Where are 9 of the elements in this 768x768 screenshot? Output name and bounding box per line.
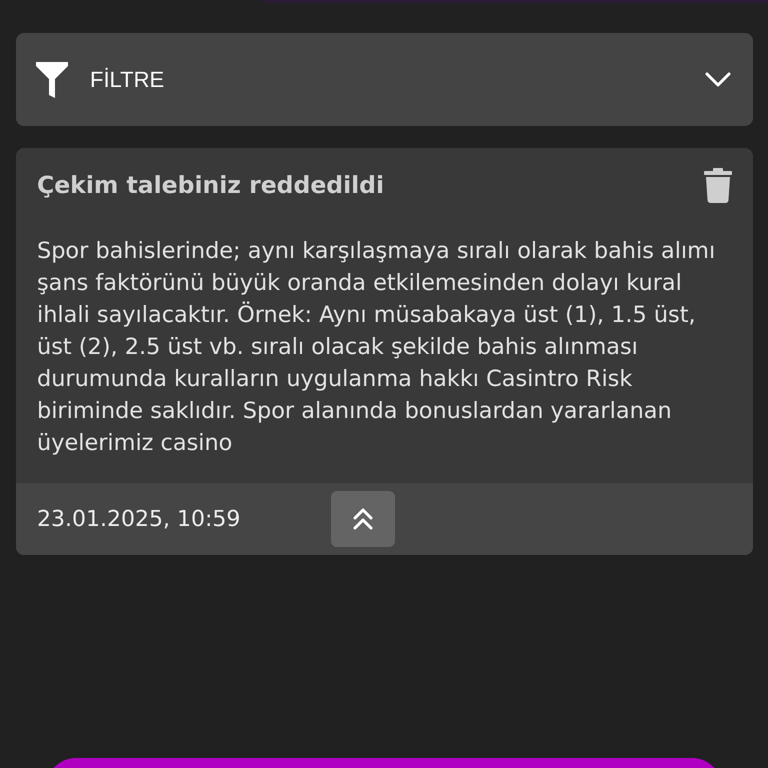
collapse-button[interactable] xyxy=(331,491,395,547)
notification-body: Spor bahislerinde; aynı karşılaşmaya sıralı olarak bahis alımı şans faktörünü büyük oranda etkilemesinden dolayı kural ihlali sayılacaktır. Örnek: Aynı müsabakaya üst (1), 1.5 üst, üst (2), 2.5 üst vb. sıralı olacak şekilde bahis alınması durumunda kuralların uygulanma hakkı Casintro Risk biriminde saklıdır. Spor alanında bonuslardan yararlanan üyelerimiz casino xyxy=(36,237,716,458)
notification-title: Çekim talebiniz reddedildi xyxy=(37,171,384,199)
filter-dropdown[interactable]: FİLTRE xyxy=(16,33,753,126)
notification-date: 23.01.2025, 10:59 xyxy=(37,506,242,532)
filter-icon xyxy=(36,62,68,98)
trash-icon[interactable] xyxy=(704,168,732,203)
double-chevron-icon xyxy=(353,508,373,530)
chevron-icon xyxy=(705,72,731,88)
